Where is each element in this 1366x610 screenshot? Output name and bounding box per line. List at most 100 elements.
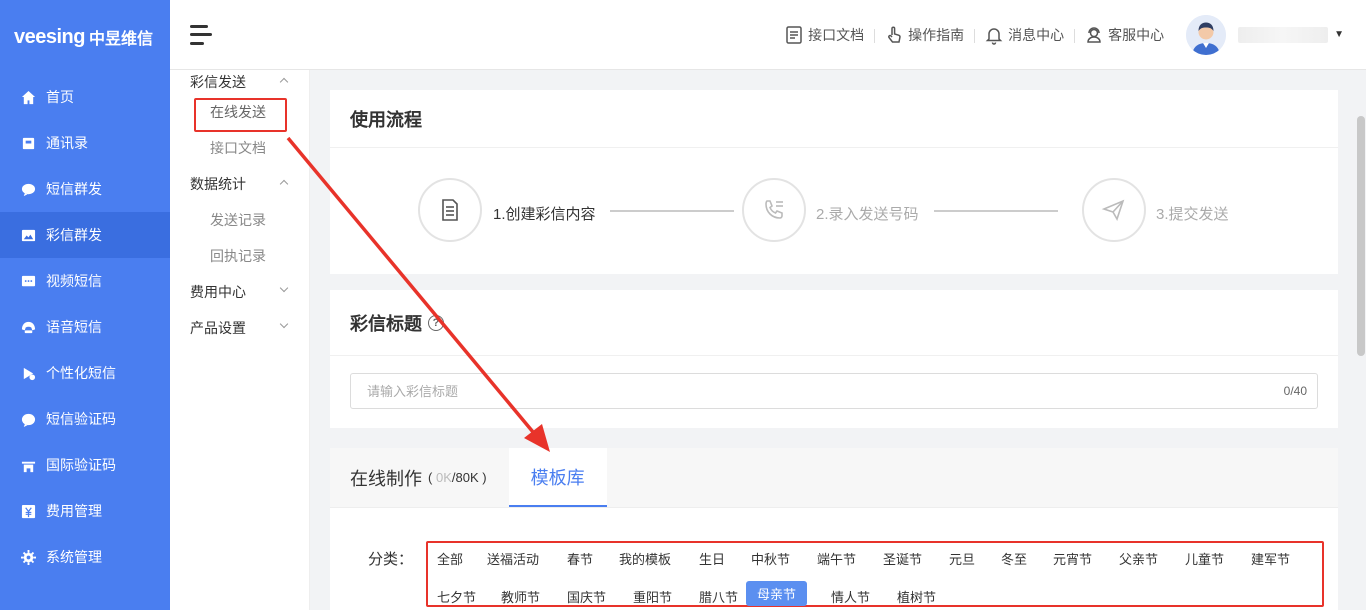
mms-title-field: 0/40 xyxy=(350,373,1318,409)
header-link-api-doc[interactable]: 接口文档 xyxy=(774,25,874,45)
submenu-group-stats[interactable]: 数据统计 xyxy=(170,166,309,202)
video-message-icon xyxy=(20,273,36,289)
tab-label: 模板库 xyxy=(530,467,585,488)
help-icon[interactable]: ? xyxy=(428,314,444,331)
sub-menu: 彩信发送 在线发送 接口文档 数据统计 发送记录 回执记录 费用中心 产品设置 xyxy=(170,70,310,610)
yen-icon xyxy=(20,503,36,519)
sidebar-item-5[interactable]: 语音短信 xyxy=(0,304,170,350)
tab-online-create[interactable]: 在线制作 ( 0K/80K ) xyxy=(330,448,509,507)
app-logo[interactable]: veesing 中昱维信 xyxy=(0,0,170,74)
step-connector xyxy=(610,210,734,212)
size-open-paren: ( xyxy=(428,470,433,485)
category-tag[interactable]: 生日 xyxy=(694,547,730,570)
category-tag[interactable]: 端午节 xyxy=(812,547,861,570)
category-label: 分类： xyxy=(368,551,414,568)
sidebar-item-label: 费用管理 xyxy=(46,503,102,519)
category-tag[interactable]: 重阳节 xyxy=(628,585,677,608)
submenu-item-label: 发送记录 xyxy=(210,212,266,228)
menu-toggle-icon[interactable] xyxy=(190,24,212,45)
sidebar-item-7[interactable]: 短信验证码 xyxy=(0,396,170,442)
user-name-blurred xyxy=(1238,26,1329,43)
category-tag[interactable]: 中秋节 xyxy=(746,547,795,570)
header-link-messages[interactable]: 消息中心 xyxy=(974,25,1074,45)
submenu-group-mms-send[interactable]: 彩信发送 xyxy=(170,70,309,94)
submenu-group-label: 彩信发送 xyxy=(190,74,246,90)
step-1-label: 1.创建彩信内容 xyxy=(493,206,596,223)
tab-template-library[interactable]: 模板库 xyxy=(508,448,607,507)
bell-icon xyxy=(985,27,1003,45)
category-tag[interactable]: 儿童节 xyxy=(1180,547,1229,570)
editor-tabs: 在线制作 ( 0K/80K ) 模板库 xyxy=(330,448,1338,508)
main-content: 使用流程 1.创建彩信内容 2.录入发送号码 3.提交发送 彩信标题 ? 0/ xyxy=(310,70,1356,610)
sidebar-item-label: 语音短信 xyxy=(46,319,102,335)
category-tag[interactable]: 全部 xyxy=(432,547,468,570)
send-plane-icon xyxy=(1101,199,1125,221)
sidebar-item-6[interactable]: 个性化短信 xyxy=(0,350,170,396)
size-used: 0K xyxy=(435,470,452,485)
sidebar-item-label: 短信群发 xyxy=(46,181,102,197)
chevron-up-icon xyxy=(279,77,289,87)
international-icon xyxy=(20,457,36,473)
category-tag[interactable]: 母亲节 xyxy=(746,581,808,606)
submenu-item-send-records[interactable]: 发送记录 xyxy=(170,202,309,238)
phone-list-icon xyxy=(765,200,783,219)
sidebar-item-2[interactable]: 短信群发 xyxy=(0,166,170,212)
customer-service-icon xyxy=(1087,26,1101,43)
sidebar-item-0[interactable]: 首页 xyxy=(0,74,170,120)
mms-title-heading: 彩信标题 ? xyxy=(330,290,1338,356)
submenu-group-label: 数据统计 xyxy=(190,176,246,192)
category-tag[interactable]: 国庆节 xyxy=(562,585,611,608)
category-tag[interactable]: 元旦 xyxy=(944,547,980,570)
submenu-group-label: 费用中心 xyxy=(190,284,246,300)
category-tag[interactable]: 七夕节 xyxy=(432,585,481,608)
category-tag[interactable]: 圣诞节 xyxy=(878,547,927,570)
category-tag[interactable]: 送福活动 xyxy=(482,547,544,570)
avatar[interactable] xyxy=(1186,14,1227,55)
mms-title-input[interactable] xyxy=(367,383,1284,399)
contacts-icon xyxy=(20,135,36,151)
sms-icon xyxy=(20,181,36,197)
usage-flow-card: 使用流程 1.创建彩信内容 2.录入发送号码 3.提交发送 xyxy=(330,90,1338,274)
category-tag[interactable]: 元宵节 xyxy=(1048,547,1097,570)
submenu-group-billing[interactable]: 费用中心 xyxy=(170,274,309,310)
mms-editor-card: 在线制作 ( 0K/80K ) 模板库 分类： 全部 送福活动 春节 我的模板 生日 中秋… xyxy=(330,448,1338,610)
step-3-circle xyxy=(1082,178,1146,242)
category-tag[interactable]: 植树节 xyxy=(892,585,941,608)
submenu-item-online-send[interactable]: 在线发送 xyxy=(170,94,309,130)
voice-icon xyxy=(20,319,36,335)
category-tag[interactable]: 情人节 xyxy=(826,585,875,608)
usage-flow-title: 使用流程 xyxy=(330,90,1338,148)
scrollbar-thumb[interactable] xyxy=(1357,116,1365,356)
category-tag[interactable]: 父亲节 xyxy=(1114,547,1163,570)
chevron-up-icon xyxy=(279,179,289,189)
sidebar-item-4[interactable]: 视频短信 xyxy=(0,258,170,304)
user-dropdown-caret-icon[interactable]: ▼ xyxy=(1334,29,1344,40)
category-tag[interactable]: 春节 xyxy=(562,547,598,570)
submenu-item-api-doc[interactable]: 接口文档 xyxy=(170,130,309,166)
category-tag[interactable]: 冬至 xyxy=(996,547,1032,570)
chevron-down-icon xyxy=(279,283,289,293)
top-header: 接口文档 操作指南 消息中心 客服中心 ▼ xyxy=(170,0,1366,70)
header-link-support[interactable]: 客服中心 xyxy=(1074,25,1174,45)
category-tag[interactable]: 教师节 xyxy=(496,585,545,608)
sidebar-item-3[interactable]: 彩信群发 xyxy=(0,212,170,258)
category-tag[interactable]: 建军节 xyxy=(1246,547,1295,570)
sidebar-item-10[interactable]: 系统管理 xyxy=(0,534,170,580)
sidebar-item-label: 个性化短信 xyxy=(46,365,116,381)
sidebar-item-9[interactable]: 费用管理 xyxy=(0,488,170,534)
page-scrollbar[interactable] xyxy=(1356,70,1366,610)
header-link-guide[interactable]: 操作指南 xyxy=(874,25,974,45)
main-sidebar: veesing 中昱维信 首页 通讯录短信群发彩信群发 视频短信语音短信个性化短信短… xyxy=(0,0,170,610)
submenu-group-product-settings[interactable]: 产品设置 xyxy=(170,310,309,346)
step-2-label: 2.录入发送号码 xyxy=(816,206,919,223)
submenu-item-receipt-records[interactable]: 回执记录 xyxy=(170,238,309,274)
size-total: /80K xyxy=(451,470,479,485)
submenu-item-label: 在线发送 xyxy=(210,104,266,120)
step-3-label: 3.提交发送 xyxy=(1156,206,1229,223)
chevron-down-icon xyxy=(279,319,289,329)
sidebar-item-1[interactable]: 通讯录 xyxy=(0,120,170,166)
category-tag[interactable]: 我的模板 xyxy=(614,547,676,570)
category-tag[interactable]: 腊八节 xyxy=(694,585,743,608)
sidebar-item-8[interactable]: 国际验证码 xyxy=(0,442,170,488)
mms-title-label: 彩信标题 xyxy=(350,313,422,334)
